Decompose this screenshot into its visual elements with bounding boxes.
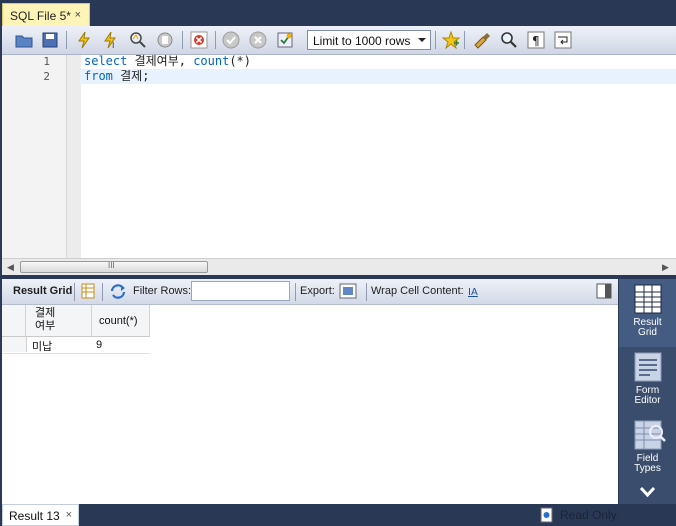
side-field-types-button[interactable]: Field Types bbox=[619, 415, 676, 483]
scroll-thumb[interactable]: III bbox=[20, 261, 208, 273]
invisible-chars-icon[interactable]: ¶ bbox=[526, 30, 546, 50]
info-icon bbox=[540, 507, 553, 526]
toolbar-separator bbox=[215, 31, 216, 49]
svg-text:IA: IA bbox=[468, 287, 478, 298]
save-icon[interactable] bbox=[40, 30, 60, 50]
column-header-label: 결제 여부 bbox=[35, 307, 56, 332]
limit-rows-select[interactable]: Limit to 1000 rows bbox=[307, 30, 431, 50]
tab-close-icon[interactable]: × bbox=[75, 9, 81, 21]
side-result-grid-button[interactable]: Result Grid bbox=[619, 279, 676, 347]
code-text: 결제여부, bbox=[127, 54, 194, 68]
result-tab-label: Result 13 bbox=[9, 509, 60, 523]
wrap-cell-label: Wrap Cell Content: bbox=[371, 285, 464, 297]
execute-icon[interactable] bbox=[74, 30, 94, 50]
open-folder-icon[interactable] bbox=[14, 30, 34, 50]
toolbar-separator bbox=[74, 283, 75, 301]
code-line-2: from 결제; bbox=[84, 69, 149, 84]
editor-toolbar: I Limit to 1000 rows ¶ bbox=[2, 26, 676, 55]
row-header[interactable] bbox=[2, 337, 27, 352]
limit-rows-value: Limit to 1000 rows bbox=[313, 34, 411, 48]
explain-icon[interactable] bbox=[128, 30, 148, 50]
tab-sql-file[interactable]: SQL File 5* × bbox=[2, 3, 90, 26]
sql-editor[interactable]: 1 2 select 결제여부, count(*) from 결제; bbox=[2, 54, 676, 258]
editor-tab-strip: SQL File 5* × bbox=[0, 0, 676, 26]
close-icon[interactable]: × bbox=[66, 509, 72, 521]
chevron-down-icon[interactable] bbox=[639, 485, 656, 499]
export-label: Export: bbox=[300, 285, 335, 297]
chevron-down-icon bbox=[418, 38, 426, 42]
toolbar-separator bbox=[66, 31, 67, 49]
field-types-icon bbox=[634, 420, 666, 450]
row-header-corner bbox=[2, 305, 26, 337]
export-icon[interactable] bbox=[339, 283, 357, 302]
scroll-right-icon[interactable]: ▶ bbox=[662, 262, 669, 273]
toolbar-separator bbox=[102, 283, 103, 301]
fold-margin bbox=[66, 55, 81, 258]
bookmark-star-icon[interactable] bbox=[441, 30, 461, 50]
execute-current-icon[interactable]: I bbox=[101, 30, 121, 50]
autocommit-icon[interactable] bbox=[275, 30, 295, 50]
grid-icon bbox=[634, 284, 662, 314]
beautify-icon[interactable] bbox=[472, 30, 492, 50]
toolbar-separator bbox=[366, 283, 367, 301]
column-header[interactable]: 결제 여부 bbox=[26, 305, 92, 337]
side-form-editor-button[interactable]: Form Editor bbox=[619, 347, 676, 415]
toolbar-separator bbox=[464, 31, 465, 49]
keyword: from bbox=[84, 69, 113, 83]
line-number: 1 bbox=[43, 55, 50, 68]
svg-text:¶: ¶ bbox=[532, 34, 540, 48]
code-text: 결제; bbox=[112, 69, 150, 83]
line-number-gutter: 1 2 bbox=[2, 55, 66, 258]
side-item-label: Form Editor bbox=[634, 385, 661, 406]
toolbar-separator bbox=[295, 283, 296, 301]
result-grid-label: Result Grid bbox=[13, 285, 73, 297]
tab-result-13[interactable]: Result 13 × bbox=[2, 504, 79, 526]
svg-text:I: I bbox=[112, 41, 114, 49]
filter-rows-input[interactable] bbox=[191, 281, 290, 301]
side-item-label: Result Grid bbox=[633, 317, 662, 338]
form-icon bbox=[634, 352, 662, 382]
current-line-highlight bbox=[80, 69, 676, 84]
read-only-label: Read Only bbox=[560, 508, 617, 522]
toolbar-separator bbox=[182, 31, 183, 49]
wrap-cell-icon[interactable]: IA bbox=[467, 283, 481, 302]
keyword: select bbox=[84, 54, 128, 68]
table-row[interactable]: 미납 9 bbox=[2, 337, 150, 354]
result-tab-bar: Result 13 × Read Only bbox=[0, 504, 676, 526]
side-item-label: Field Types bbox=[634, 453, 661, 474]
toolbar-separator bbox=[435, 31, 436, 49]
code-line-1: select 결제여부, count(*) bbox=[84, 54, 251, 69]
code-text: (*) bbox=[229, 54, 252, 68]
table-cell[interactable]: 미납 bbox=[32, 338, 52, 354]
result-grid[interactable]: 결제 여부 count(*) 미납 9 bbox=[2, 305, 618, 504]
keyword: count bbox=[193, 54, 230, 68]
commit-icon[interactable] bbox=[221, 30, 241, 50]
toggle-error-icon[interactable] bbox=[189, 30, 209, 50]
column-header[interactable]: count(*) bbox=[92, 305, 150, 337]
scroll-left-icon[interactable]: ◀ bbox=[7, 262, 14, 273]
stop-icon[interactable] bbox=[155, 30, 175, 50]
wrap-icon[interactable] bbox=[553, 30, 573, 50]
toggle-panel-icon[interactable] bbox=[596, 283, 612, 302]
find-icon[interactable] bbox=[499, 30, 519, 50]
filter-rows-label: Filter Rows: bbox=[133, 285, 192, 297]
scroll-grip: III bbox=[108, 261, 115, 270]
table-cell[interactable]: 9 bbox=[96, 339, 102, 351]
editor-horizontal-scrollbar[interactable]: ◀ III ▶ bbox=[2, 258, 676, 275]
line-number: 2 bbox=[43, 70, 50, 83]
result-side-panel: Result Grid Form Editor Field Types bbox=[619, 279, 676, 504]
result-toolbar: Result Grid Filter Rows: Export: Wrap Ce… bbox=[2, 279, 618, 305]
grid-layout-icon[interactable] bbox=[81, 283, 95, 302]
tab-title: SQL File 5* bbox=[10, 9, 71, 23]
refresh-icon[interactable] bbox=[109, 283, 127, 302]
rollback-icon[interactable] bbox=[248, 30, 268, 50]
column-header-label: count(*) bbox=[99, 315, 138, 327]
row-marker bbox=[5, 340, 10, 348]
